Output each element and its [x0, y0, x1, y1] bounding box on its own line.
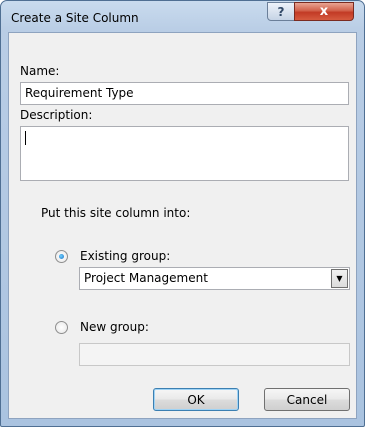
description-label: Description: — [20, 108, 93, 122]
dialog-window: Create a Site Column ? x Name: Requireme… — [0, 0, 365, 427]
name-input[interactable]: Requirement Type — [20, 82, 349, 105]
existing-group-radio[interactable] — [55, 250, 68, 263]
title-bar[interactable]: Create a Site Column ? x — [1, 1, 364, 31]
existing-group-value: Project Management — [84, 271, 208, 285]
dropdown-arrow-icon[interactable]: ▼ — [331, 269, 348, 288]
radio-selected-dot — [59, 254, 64, 259]
cancel-button[interactable]: Cancel — [264, 388, 350, 411]
name-label: Name: — [20, 64, 60, 78]
existing-group-label[interactable]: Existing group: — [80, 249, 170, 263]
help-icon: ? — [277, 4, 285, 19]
ok-button[interactable]: OK — [153, 388, 239, 411]
close-button[interactable]: x — [294, 2, 354, 21]
help-button[interactable]: ? — [267, 2, 295, 21]
put-into-label: Put this site column into: — [41, 206, 191, 220]
window-title: Create a Site Column — [11, 11, 139, 25]
description-input[interactable] — [20, 126, 349, 181]
new-group-input[interactable] — [79, 343, 350, 366]
close-icon: x — [319, 4, 329, 19]
new-group-label[interactable]: New group: — [80, 320, 149, 334]
existing-group-select[interactable]: Project Management ▼ — [79, 267, 350, 290]
dialog-content: Name: Requirement Type Description: Put … — [8, 32, 357, 419]
text-caret — [25, 131, 26, 145]
new-group-radio[interactable] — [55, 321, 68, 334]
